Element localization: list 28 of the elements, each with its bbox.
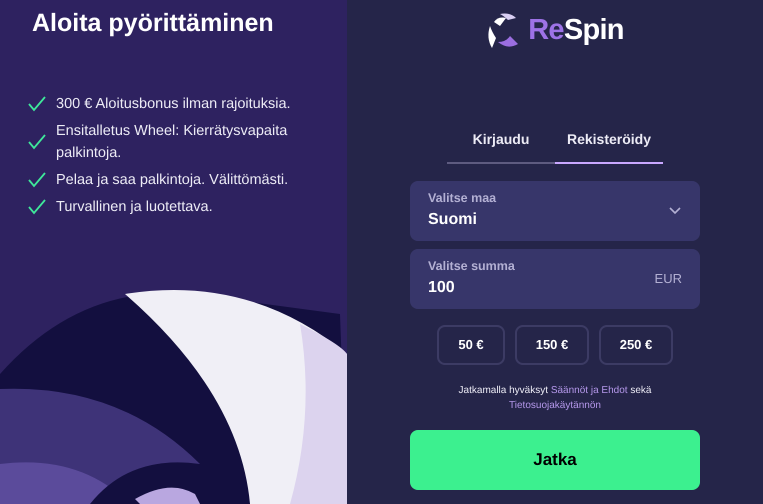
amount-option[interactable]: 250 €: [599, 324, 673, 364]
amount-option[interactable]: 150 €: [515, 324, 589, 364]
tab[interactable]: Kirjaudu: [447, 128, 555, 164]
checkmark-icon: [28, 172, 46, 188]
field-label: Valitse maa: [428, 190, 498, 208]
checkmark-icon: [28, 134, 46, 150]
amount-option[interactable]: 50 €: [437, 324, 505, 364]
terms-link[interactable]: Säännöt ja Ehdot: [550, 384, 628, 396]
benefit-text: 300 € Aloitusbonus ilman rajoituksia.: [56, 95, 291, 114]
swirl-logo-icon: [486, 12, 520, 50]
field-label: Valitse summa: [428, 258, 516, 276]
terms-text: Jatkamalla hyväksyt Säännöt ja Ehdot sekä Tietosuojakäytännön: [458, 384, 652, 412]
privacy-link[interactable]: Tietosuojakäytännön: [509, 400, 601, 410]
promo-title: Aloita pyörittäminen: [31, 8, 275, 39]
benefit-text: Ensitalletus Wheel: Kierrätysvapaita palkintoja.: [56, 122, 288, 164]
field-value: Suomi: [428, 210, 478, 230]
benefit-text: Pelaa ja saa palkintoja. Välittömästi.: [56, 171, 288, 190]
logo-text: ReSpin: [528, 13, 624, 48]
chevron-down-icon: [668, 206, 682, 216]
checkmark-icon: [28, 199, 46, 216]
field-value: 100: [428, 278, 456, 298]
continue-button[interactable]: Jatka: [410, 430, 700, 490]
country-select[interactable]: Valitse maa Suomi: [410, 180, 700, 240]
benefit-text: Turvallinen ja luotettava.: [56, 198, 213, 218]
amount-field[interactable]: Valitse summa 100 EUR: [410, 248, 700, 308]
tab[interactable]: Rekisteröidy: [555, 128, 663, 164]
currency-label: EUR: [654, 270, 682, 288]
checkmark-icon: [28, 96, 46, 112]
